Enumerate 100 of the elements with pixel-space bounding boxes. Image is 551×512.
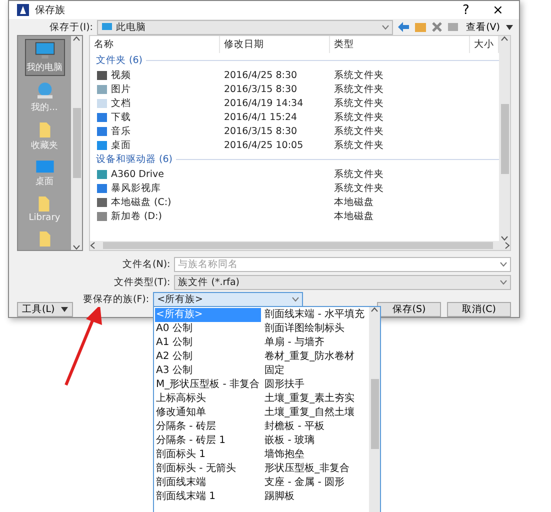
file-icon [96, 196, 108, 208]
scroll-right-icon[interactable] [505, 242, 510, 249]
dropdown-option[interactable]: A0 公制 [155, 322, 261, 336]
dropdown-option[interactable]: 土壤_重复_自然土壤 [264, 406, 366, 420]
delete-icon[interactable] [431, 21, 444, 34]
file-name-cell[interactable]: 图片 [90, 82, 220, 96]
scroll-thumb[interactable] [72, 108, 80, 178]
close-button[interactable]: × [485, 2, 511, 18]
dropdown-option[interactable]: 剖面标头 - 无箭头 [155, 462, 261, 476]
column-header[interactable]: 修改日期 [220, 36, 330, 53]
back-arrow-icon[interactable] [397, 21, 410, 34]
family-to-save-label: 要保存的族(F): [83, 293, 150, 306]
scroll-down-icon[interactable] [73, 245, 80, 250]
dropdown-option[interactable]: 剖面线末端 [155, 476, 261, 490]
dropdown-option[interactable]: 圆形扶手 [264, 378, 366, 392]
save-button[interactable]: 保存(S) [377, 302, 441, 317]
date-cell-text: 2016/4/25 10:05 [223, 140, 304, 150]
globe-network-icon [34, 81, 54, 101]
file-icon [96, 210, 108, 222]
view-menu-button[interactable]: 查看(V) [464, 20, 502, 34]
type-cell-text: 系统文件夹 [333, 138, 385, 152]
file-name-cell[interactable]: 暴风影视库 [90, 182, 220, 194]
type-cell-text: 本地磁盘 [333, 210, 375, 222]
date-cell-text: 2016/3/15 8:30 [223, 126, 298, 136]
scroll-up-icon[interactable] [501, 36, 508, 41]
save-in-label: 保存于(I): [48, 20, 93, 34]
dropdown-option[interactable]: 修改通知单 [155, 406, 261, 420]
dropdown-option[interactable]: 卷材_重复_防水卷材 [264, 350, 366, 364]
chevron-down-icon [500, 280, 507, 285]
type-cell-text: 系统文件夹 [333, 124, 385, 138]
dropdown-option[interactable]: 踢脚板 [264, 490, 366, 504]
column-header[interactable]: 名称 [90, 36, 220, 53]
dropdown-option[interactable]: 土壤_重复_素土夯实 [264, 392, 366, 406]
scrollbar[interactable] [369, 307, 380, 512]
type-cell-text: 系统文件夹 [333, 82, 385, 96]
dropdown-option[interactable]: 上标高标头 [155, 392, 261, 406]
file-icon [96, 98, 108, 108]
dropdown-option[interactable]: M_形状压型板 - 非复合 [155, 378, 261, 392]
group-header[interactable]: 文件夹 (6) [96, 54, 142, 67]
scrollbar[interactable] [499, 36, 510, 241]
caret-icon[interactable] [506, 24, 513, 30]
dropdown-option[interactable]: 分隔条 - 砖层 [155, 420, 261, 434]
date-cell-text: 2016/4/25 8:30 [223, 70, 298, 80]
help-button[interactable]: ? [453, 2, 479, 18]
file-name-cell[interactable]: 新加卷 (D:) [90, 210, 220, 222]
file-type-dropdown[interactable]: 族文件 (*.rfa) [174, 275, 511, 290]
dropdown-option[interactable]: 形状压型板_非复合 [264, 462, 366, 476]
scroll-up-icon[interactable] [73, 36, 80, 41]
dropdown-option[interactable]: 支座 - 金属 - 圆形 [264, 476, 366, 490]
cancel-button[interactable]: 取消(C) [447, 302, 511, 317]
file-icon [96, 182, 108, 194]
dropdown-option[interactable]: 封檐板 - 平板 [264, 420, 366, 434]
computer-icon [34, 41, 56, 61]
scroll-thumb[interactable] [370, 378, 378, 448]
folder-icon [38, 230, 52, 248]
scrollbar[interactable] [71, 36, 82, 250]
dropdown-option[interactable]: A2 公制 [155, 350, 261, 364]
save-in-dropdown[interactable]: 此电脑 [97, 20, 394, 35]
dropdown-option[interactable]: 剖面标头 1 [155, 448, 261, 462]
file-name-cell[interactable]: A360 Drive [90, 168, 220, 180]
group-header[interactable]: 设备和驱动器 (6) [96, 153, 172, 166]
chevron-down-icon [500, 262, 507, 267]
column-header[interactable]: 类型 [330, 36, 470, 53]
dropdown-option[interactable]: 墙饰抱垒 [264, 448, 366, 462]
file-name-cell[interactable]: 本地磁盘 (C:) [90, 196, 220, 208]
file-name-label: 文件名(N): [122, 258, 170, 271]
scroll-down-icon[interactable] [501, 236, 508, 241]
dropdown-option[interactable]: A1 公制 [155, 336, 261, 350]
file-icon [96, 70, 108, 80]
scroll-left-icon[interactable] [90, 242, 95, 249]
folder-icon[interactable] [414, 21, 428, 34]
file-name-cell[interactable]: 下载 [90, 110, 220, 124]
scroll-thumb[interactable] [500, 104, 508, 174]
file-icon [96, 126, 108, 136]
computer-icon [101, 22, 113, 32]
file-name-cell[interactable]: 视频 [90, 68, 220, 82]
dropdown-option[interactable]: 分隔条 - 砖层 1 [155, 434, 261, 448]
dropdown-option[interactable]: 嵌板 - 玻璃 [264, 434, 366, 448]
dropdown-option[interactable]: 剖面线末端 1 [155, 490, 261, 504]
tools-button[interactable]: 工具(L) [17, 302, 73, 317]
dropdown-option[interactable]: 单扇 - 与墙齐 [264, 336, 366, 350]
horizontal-scrollbar[interactable] [90, 241, 510, 250]
chevron-down-icon [382, 24, 390, 30]
window-title: 保存族 [35, 4, 66, 18]
type-cell-text: 系统文件夹 [333, 110, 385, 124]
family-to-save-dropdown[interactable]: <所有族> [153, 292, 304, 307]
chevron-down-icon [292, 297, 300, 302]
caret-icon [61, 307, 68, 312]
file-name-cell[interactable]: 桌面 [90, 138, 220, 152]
scroll-up-icon[interactable] [371, 307, 378, 312]
dropdown-option[interactable]: 剖面详图绘制标头 [264, 322, 366, 336]
dropdown-option[interactable]: A3 公制 [155, 364, 261, 378]
file-name-cell[interactable]: 文档 [90, 96, 220, 110]
file-name-cell[interactable]: 音乐 [90, 124, 220, 138]
date-cell-text: 2016/4/1 15:24 [223, 112, 298, 122]
file-type-label: 文件类型(T): [112, 276, 170, 289]
date-cell-text: 2016/4/19 14:34 [223, 98, 304, 108]
date-cell-text: 2016/3/15 8:30 [223, 84, 298, 94]
dropdown-option[interactable]: 剖面线末端 - 水平填充 [264, 308, 366, 322]
dropdown-option[interactable]: 固定 [264, 364, 366, 378]
